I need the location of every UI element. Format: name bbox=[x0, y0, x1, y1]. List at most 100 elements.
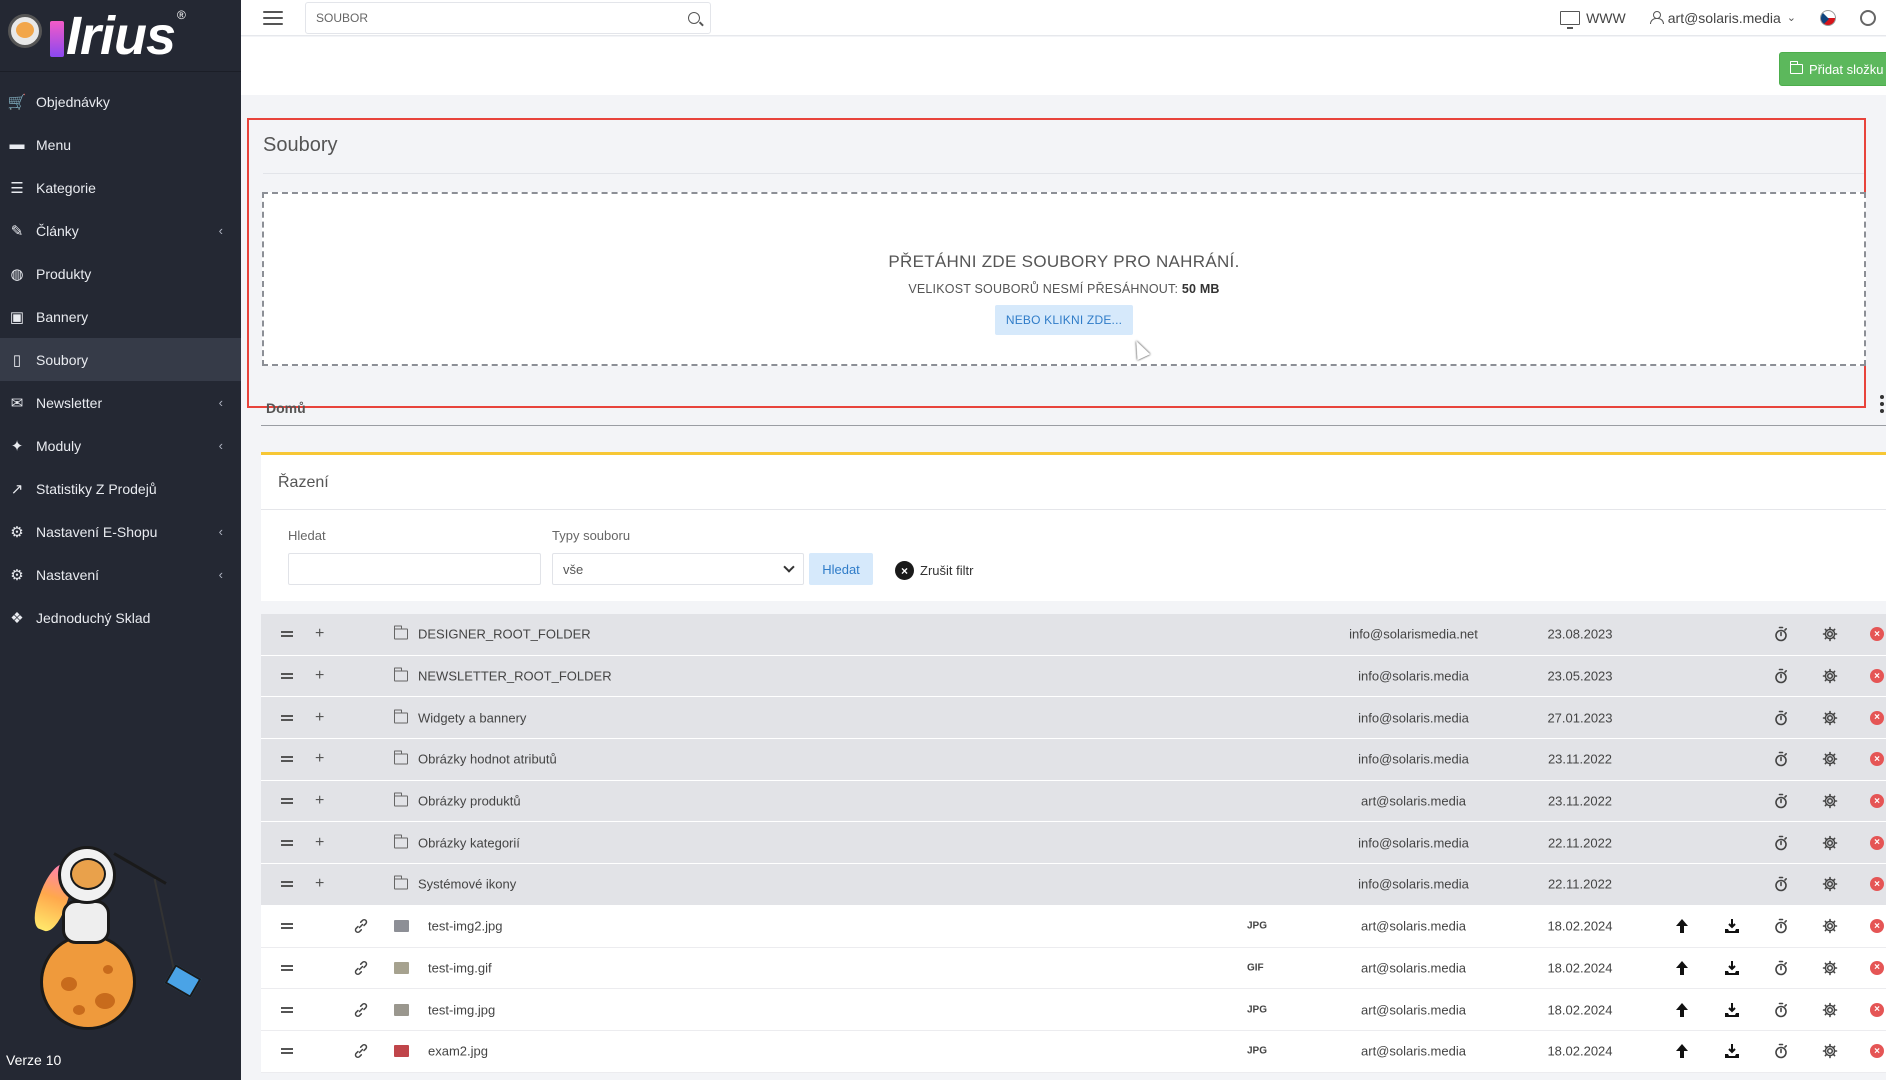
search-button[interactable]: Hledat bbox=[809, 553, 873, 585]
folder-row[interactable]: + Widgety a bannery info@solaris.media 27.0… bbox=[261, 697, 1886, 740]
expand-plus-icon[interactable]: + bbox=[315, 834, 324, 852]
sidebar-item[interactable]: ⚙ Nastavení ‹ bbox=[0, 553, 241, 596]
search-input[interactable] bbox=[316, 10, 688, 25]
delete-icon[interactable]: × bbox=[1870, 669, 1884, 684]
sidebar-item[interactable]: ▣ Bannery bbox=[0, 295, 241, 338]
sidebar-item[interactable]: ▬ Menu bbox=[0, 123, 241, 166]
timer-icon[interactable] bbox=[1773, 1043, 1789, 1059]
folder-name[interactable]: NEWSLETTER_ROOT_FOLDER bbox=[418, 669, 612, 684]
folder-name[interactable]: Obrázky produktů bbox=[418, 794, 521, 809]
file-name[interactable]: test-img.jpg bbox=[428, 1002, 495, 1017]
download-icon[interactable] bbox=[1724, 960, 1740, 976]
file-name[interactable]: test-img.gif bbox=[428, 960, 492, 975]
drag-handle-icon[interactable] bbox=[281, 756, 293, 763]
expand-plus-icon[interactable]: + bbox=[315, 667, 324, 685]
drag-handle-icon[interactable] bbox=[281, 1048, 293, 1055]
settings-gear-icon[interactable] bbox=[1822, 793, 1838, 809]
breadcrumb-home[interactable]: Domů bbox=[266, 400, 306, 416]
link-icon[interactable] bbox=[353, 1043, 369, 1059]
upload-arrow-icon[interactable] bbox=[1675, 1043, 1689, 1059]
upload-arrow-icon[interactable] bbox=[1675, 918, 1689, 934]
file-row[interactable]: test-img.jpg JPG art@solaris.media 18.02.20… bbox=[261, 989, 1886, 1031]
folder-row[interactable]: + Obrázky produktů art@solaris.media 23.11.… bbox=[261, 780, 1886, 823]
download-icon[interactable] bbox=[1724, 1043, 1740, 1059]
file-type-select[interactable]: vše bbox=[552, 553, 804, 585]
timer-icon[interactable] bbox=[1773, 1002, 1789, 1018]
settings-gear-icon[interactable] bbox=[1822, 1002, 1838, 1018]
sidebar-item[interactable]: ✦ Moduly ‹ bbox=[0, 424, 241, 467]
file-row[interactable]: exam2.jpg JPG art@solaris.media 18.02.2024 × bbox=[261, 1030, 1886, 1073]
file-dropzone[interactable]: PŘETÁHNI ZDE SOUBORY PRO NAHRÁNÍ. VELIKO… bbox=[262, 192, 1866, 366]
drag-handle-icon[interactable] bbox=[281, 923, 293, 930]
upload-arrow-icon[interactable] bbox=[1675, 960, 1689, 976]
delete-icon[interactable]: × bbox=[1870, 1044, 1884, 1059]
user-menu[interactable]: art@solaris.media ⌄ bbox=[1649, 10, 1796, 26]
clear-filter-button[interactable]: × Zrušit filtr bbox=[895, 561, 973, 580]
logo[interactable]: Irius ® bbox=[0, 0, 241, 72]
sidebar-item[interactable]: 🛒 Objednávky bbox=[0, 80, 241, 123]
folder-row[interactable]: + NEWSLETTER_ROOT_FOLDER info@solaris.medi… bbox=[261, 655, 1886, 698]
expand-plus-icon[interactable]: + bbox=[315, 709, 324, 727]
settings-gear-icon[interactable] bbox=[1860, 9, 1876, 26]
delete-icon[interactable]: × bbox=[1870, 627, 1884, 642]
timer-icon[interactable] bbox=[1773, 751, 1789, 767]
drag-handle-icon[interactable] bbox=[281, 798, 293, 805]
sidebar-item[interactable]: ❖ Jednoduchý Sklad bbox=[0, 596, 241, 639]
link-icon[interactable] bbox=[353, 918, 369, 934]
download-icon[interactable] bbox=[1724, 1002, 1740, 1018]
timer-icon[interactable] bbox=[1773, 710, 1789, 726]
folder-row[interactable]: + Systémové ikony info@solaris.media 22.11.… bbox=[261, 864, 1886, 906]
www-link[interactable]: WWW bbox=[1560, 10, 1626, 29]
czech-flag-icon[interactable] bbox=[1820, 9, 1836, 26]
folder-name[interactable]: Obrázky kategorií bbox=[418, 835, 520, 850]
sidebar-item[interactable]: ◍ Produkty bbox=[0, 252, 241, 295]
sidebar-item[interactable]: ✎ Články ‹ bbox=[0, 209, 241, 252]
expand-plus-icon[interactable]: + bbox=[315, 792, 324, 810]
sidebar-item[interactable]: ✉ Newsletter ‹ bbox=[0, 381, 241, 424]
settings-gear-icon[interactable] bbox=[1822, 668, 1838, 684]
delete-icon[interactable]: × bbox=[1870, 752, 1884, 767]
sidebar-item[interactable]: ↗ Statistiky Z Prodejů bbox=[0, 467, 241, 510]
drag-handle-icon[interactable] bbox=[281, 714, 293, 721]
delete-icon[interactable]: × bbox=[1870, 919, 1884, 934]
folder-name[interactable]: Widgety a bannery bbox=[418, 710, 526, 725]
timer-icon[interactable] bbox=[1773, 876, 1789, 892]
hamburger-menu-icon[interactable] bbox=[263, 10, 283, 25]
drag-handle-icon[interactable] bbox=[281, 881, 293, 888]
file-row[interactable]: test-img2.jpg JPG art@solaris.media 18.02.2… bbox=[261, 905, 1886, 948]
settings-gear-icon[interactable] bbox=[1822, 1043, 1838, 1059]
settings-gear-icon[interactable] bbox=[1822, 876, 1838, 892]
file-name[interactable]: exam2.jpg bbox=[428, 1044, 488, 1059]
expand-plus-icon[interactable]: + bbox=[315, 875, 324, 893]
download-icon[interactable] bbox=[1724, 918, 1740, 934]
settings-gear-icon[interactable] bbox=[1822, 835, 1838, 851]
settings-gear-icon[interactable] bbox=[1822, 751, 1838, 767]
delete-icon[interactable]: × bbox=[1870, 794, 1884, 809]
more-options-icon[interactable] bbox=[1880, 395, 1884, 413]
drag-handle-icon[interactable] bbox=[281, 631, 293, 638]
timer-icon[interactable] bbox=[1773, 793, 1789, 809]
delete-icon[interactable]: × bbox=[1870, 960, 1884, 975]
delete-icon[interactable]: × bbox=[1870, 1002, 1884, 1017]
settings-gear-icon[interactable] bbox=[1822, 960, 1838, 976]
upload-arrow-icon[interactable] bbox=[1675, 1002, 1689, 1018]
filter-search-input[interactable] bbox=[288, 553, 541, 585]
settings-gear-icon[interactable] bbox=[1822, 626, 1838, 642]
search-icon[interactable] bbox=[688, 11, 700, 24]
file-name[interactable]: test-img2.jpg bbox=[428, 919, 502, 934]
folder-row[interactable]: + Obrázky hodnot atributů info@solaris.med… bbox=[261, 739, 1886, 781]
delete-icon[interactable]: × bbox=[1870, 710, 1884, 725]
file-row[interactable]: test-img.gif GIF art@solaris.media 18.02.20… bbox=[261, 947, 1886, 990]
settings-gear-icon[interactable] bbox=[1822, 710, 1838, 726]
delete-icon[interactable]: × bbox=[1870, 877, 1884, 892]
drag-handle-icon[interactable] bbox=[281, 839, 293, 846]
sidebar-item[interactable]: ☰ Kategorie bbox=[0, 166, 241, 209]
drag-handle-icon[interactable] bbox=[281, 673, 293, 680]
folder-name[interactable]: Obrázky hodnot atributů bbox=[418, 752, 557, 767]
timer-icon[interactable] bbox=[1773, 918, 1789, 934]
folder-name[interactable]: Systémové ikony bbox=[418, 877, 516, 892]
drag-handle-icon[interactable] bbox=[281, 964, 293, 971]
folder-row[interactable]: + DESIGNER_ROOT_FOLDER info@solarismedia.n… bbox=[261, 614, 1886, 656]
expand-plus-icon[interactable]: + bbox=[315, 750, 324, 768]
folder-name[interactable]: DESIGNER_ROOT_FOLDER bbox=[418, 627, 591, 642]
